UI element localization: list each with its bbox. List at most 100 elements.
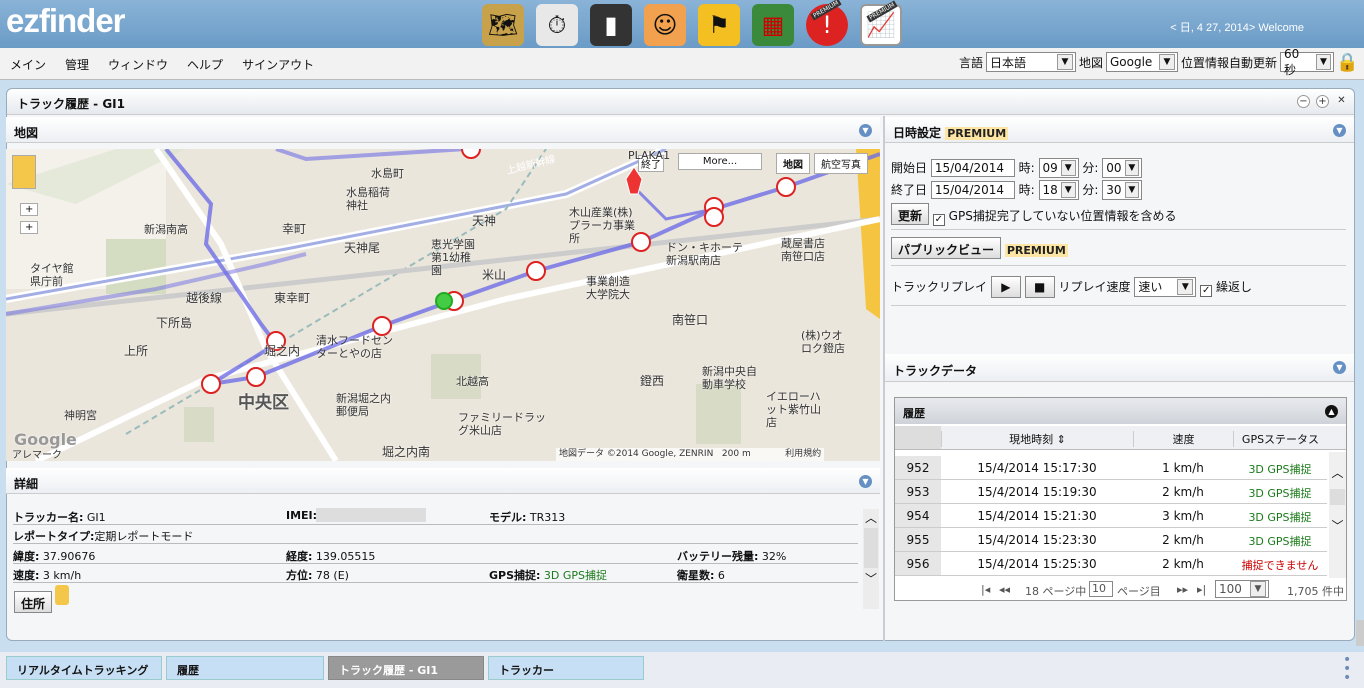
next-page-icon[interactable]: ▸▸ bbox=[1177, 583, 1188, 596]
end-hour-select[interactable]: 18 ▼ bbox=[1038, 180, 1079, 200]
scroll-up-icon[interactable]: ︿ bbox=[1329, 464, 1346, 481]
minimize-icon[interactable]: − bbox=[1297, 95, 1310, 108]
tab-history[interactable]: 履歴 bbox=[166, 656, 324, 680]
table-row[interactable]: 953 15/4/2014 15:19:30 2 km/h 3D GPS捕捉 bbox=[895, 480, 1327, 504]
refresh-select[interactable]: 60 秒 ▼ bbox=[1280, 47, 1334, 77]
collapse-icon[interactable]: ▲ bbox=[1325, 405, 1338, 418]
public-view-button[interactable]: パブリックビュー bbox=[891, 237, 1002, 259]
map-type-satellite[interactable]: 航空写真 bbox=[814, 153, 868, 174]
stop-icon[interactable]: ■ bbox=[1024, 276, 1055, 298]
update-button[interactable]: 更新 bbox=[891, 203, 930, 225]
lang-label: 言語 bbox=[958, 55, 983, 70]
tab-track-history[interactable]: トラック履歴 - GI1 bbox=[328, 656, 484, 680]
window-resize-handle[interactable] bbox=[1356, 620, 1364, 646]
map-view[interactable]: + + More... 地図 航空写真 終了 PLAKA1 水島町 水島稲荷神社… bbox=[6, 149, 880, 461]
scroll-down-icon[interactable]: ﹀ bbox=[1329, 517, 1346, 534]
pegman-icon[interactable] bbox=[55, 585, 69, 605]
scroll-down-icon[interactable]: ﹀ bbox=[863, 570, 879, 587]
close-icon[interactable]: ✕ bbox=[1335, 95, 1348, 108]
update-row: 更新 ✓ GPS捕捉完了していない位置情報を含める bbox=[891, 203, 1176, 226]
start-date-input[interactable]: 15/04/2014 bbox=[930, 159, 1015, 177]
grid-scrollbar[interactable]: ︿ ﹀ bbox=[1329, 452, 1346, 578]
map-label: (株)ウオロク鐙店 bbox=[801, 329, 845, 355]
menu-window[interactable]: ウィンドウ bbox=[108, 56, 168, 73]
main-toolbar: 🗺 ⏱ ▮ ☺ ⚑ ▦ PREMIUM! PREMIUM 📈 bbox=[482, 0, 902, 46]
zoom-out-button[interactable]: + bbox=[20, 221, 39, 234]
menu-signout[interactable]: サインアウト bbox=[242, 56, 314, 73]
more-icon[interactable]: • • • bbox=[1343, 653, 1351, 685]
collapse-icon[interactable]: ▼ bbox=[1333, 361, 1346, 374]
table-row[interactable]: 955 15/4/2014 15:23:30 2 km/h 3D GPS捕捉 bbox=[895, 528, 1327, 552]
app-logo: ezfinder bbox=[6, 2, 126, 39]
map-label: タイヤ館県庁前 bbox=[30, 262, 74, 288]
end-min-select[interactable]: 30 ▼ bbox=[1102, 180, 1143, 200]
menu-manage[interactable]: 管理 bbox=[65, 56, 89, 73]
map-select[interactable]: Google ▼ bbox=[1105, 52, 1178, 72]
table-row[interactable]: 952 15/4/2014 15:17:30 1 km/h 3D GPS捕捉 bbox=[895, 456, 1327, 480]
map-canvas bbox=[6, 149, 880, 461]
tab-tracker[interactable]: トラッカー bbox=[488, 656, 644, 680]
window-title: トラック履歴 - GI1 bbox=[17, 97, 126, 111]
phone-icon[interactable]: ▮ bbox=[590, 4, 632, 46]
map-label: 南笹口 bbox=[672, 313, 709, 327]
map-label: 越後線 bbox=[186, 291, 223, 305]
maximize-icon[interactable]: + bbox=[1316, 95, 1329, 108]
flag-icon[interactable]: ⚑ bbox=[698, 4, 740, 46]
menu-main[interactable]: メイン bbox=[10, 56, 46, 73]
details-scrollbar[interactable]: ︿ ﹀ bbox=[863, 509, 879, 609]
include-checkbox[interactable]: ✓ bbox=[932, 214, 945, 226]
report-icon[interactable]: PREMIUM 📈 bbox=[860, 0, 902, 46]
pegman-icon[interactable] bbox=[12, 155, 36, 189]
map-label: 北越高 bbox=[456, 375, 489, 388]
menu-help[interactable]: ヘルプ bbox=[187, 56, 223, 73]
col-speed[interactable]: 速度 bbox=[1133, 431, 1233, 447]
table-row[interactable]: 956 15/4/2014 15:25:30 2 km/h 捕捉できません bbox=[895, 552, 1327, 576]
stopwatch-icon[interactable]: ⏱ bbox=[536, 4, 578, 46]
map-label: 水島町 bbox=[371, 167, 404, 180]
scroll-thumb[interactable] bbox=[1330, 489, 1345, 505]
col-time[interactable]: 現地時刻 ⇕ bbox=[941, 431, 1133, 447]
divider bbox=[891, 265, 1346, 266]
play-icon[interactable]: ▶ bbox=[990, 276, 1021, 298]
lock-icon[interactable]: 🔒 bbox=[1336, 52, 1358, 78]
collapse-icon[interactable]: ▼ bbox=[1333, 124, 1346, 137]
table-row[interactable]: 954 15/4/2014 15:21:30 3 km/h 3D GPS捕捉 bbox=[895, 504, 1327, 528]
replay-speed-select[interactable]: 速い ▼ bbox=[1134, 276, 1197, 297]
map-label: PLAKA1 bbox=[628, 149, 671, 162]
page-input[interactable]: 10 bbox=[1089, 581, 1113, 597]
address-button[interactable]: 住所 bbox=[14, 591, 53, 613]
first-page-icon[interactable]: |◂ bbox=[981, 583, 990, 596]
map-label: 堀之内 bbox=[264, 344, 301, 358]
prev-page-icon[interactable]: ◂◂ bbox=[999, 583, 1010, 596]
last-page-icon[interactable]: ▸| bbox=[1197, 583, 1206, 596]
map-label: 米山 bbox=[482, 268, 507, 282]
divider bbox=[891, 229, 1346, 230]
alert-icon[interactable]: PREMIUM! bbox=[806, 0, 848, 46]
lang-select[interactable]: 日本語 ▼ bbox=[985, 52, 1076, 72]
collapse-icon[interactable]: ▼ bbox=[859, 124, 872, 137]
tab-realtime[interactable]: リアルタイムトラッキング bbox=[6, 656, 162, 680]
per-page-select[interactable]: 100 ▼ bbox=[1215, 580, 1269, 598]
map-label: 蔵屋書店南笹口店 bbox=[781, 237, 825, 263]
scroll-up-icon[interactable]: ︿ bbox=[863, 509, 879, 526]
more-button[interactable]: More... bbox=[678, 153, 762, 170]
app-header: ezfinder 🗺 ⏱ ▮ ☺ ⚑ ▦ PREMIUM! PREMIUM 📈 <… bbox=[0, 0, 1364, 48]
trackdata-header: トラックデータ ▼ bbox=[885, 354, 1354, 382]
end-date-input[interactable]: 15/04/2014 bbox=[930, 181, 1015, 199]
person-icon[interactable]: ☺ bbox=[644, 4, 686, 46]
repeat-checkbox[interactable]: ✓ bbox=[1200, 285, 1213, 297]
map-icon[interactable]: 🗺 bbox=[482, 4, 524, 46]
collapse-icon[interactable]: ▼ bbox=[859, 475, 872, 488]
chevron-down-icon: ▼ bbox=[1315, 54, 1331, 70]
start-min-select[interactable]: 00 ▼ bbox=[1102, 158, 1143, 178]
window-titlebar: トラック履歴 - GI1 − + ✕ bbox=[7, 89, 1354, 115]
start-hour-select[interactable]: 09 ▼ bbox=[1038, 158, 1079, 178]
col-gps[interactable]: GPSステータス bbox=[1233, 431, 1327, 447]
scroll-thumb[interactable] bbox=[864, 528, 878, 568]
terms-link[interactable]: 利用規約 bbox=[785, 449, 821, 459]
track-map-icon[interactable]: ▦ bbox=[752, 4, 794, 46]
map-label: 下所島 bbox=[156, 316, 193, 330]
map-label: 上所 bbox=[124, 344, 149, 358]
map-type-map[interactable]: 地図 bbox=[776, 153, 810, 174]
zoom-in-button[interactable]: + bbox=[20, 203, 39, 216]
